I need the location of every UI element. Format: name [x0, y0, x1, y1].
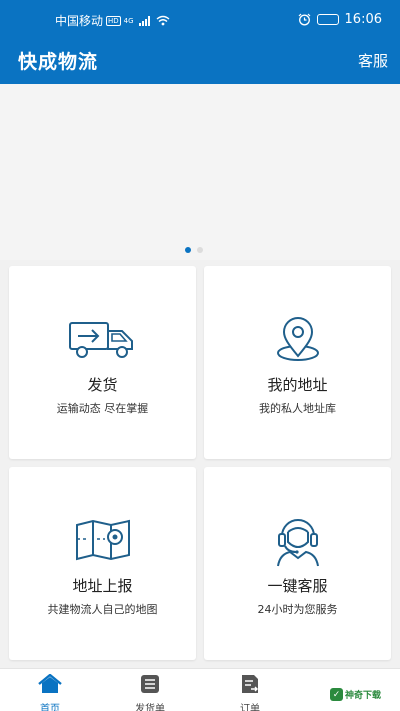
card-title: 我的地址 — [267, 376, 328, 394]
app-bar: 快成物流 客服 — [0, 38, 400, 84]
location-pin-icon — [276, 317, 319, 361]
hd-badge: HD — [106, 15, 121, 26]
watermark-logo: ✓ 神奇下载 — [330, 688, 381, 701]
address-report-card[interactable]: 地址上报 共建物流人自己的地图 — [9, 467, 196, 660]
tab-shipment-list[interactable]: 发货单 — [120, 674, 180, 711]
signal-icon — [138, 15, 150, 26]
carrier-name: 中国移动 — [55, 14, 104, 28]
alarm-icon — [298, 13, 310, 26]
tab-label: 首页 — [40, 704, 60, 711]
status-left: 中国移动 HD 4G — [55, 12, 170, 29]
status-bar: 中国移动 HD 4G 16:06 — [0, 0, 400, 38]
order-icon — [242, 675, 258, 693]
customer-service-button[interactable]: 客服 — [358, 50, 388, 71]
home-icon — [38, 673, 62, 693]
customer-service-card[interactable]: 一键客服 24小时为您服务 — [204, 467, 391, 660]
my-address-card[interactable]: 我的地址 我的私人地址库 — [204, 266, 391, 459]
watermark-badge-icon: ✓ — [330, 688, 343, 701]
carousel-dot — [197, 247, 203, 253]
card-title: 地址上报 — [72, 577, 133, 595]
list-icon — [141, 675, 159, 693]
card-subtitle: 运输动态 尽在掌握 — [56, 402, 149, 415]
carousel-dot-active — [185, 247, 191, 253]
watermark-text: 神奇下载 — [345, 691, 382, 701]
map-icon — [75, 519, 130, 561]
card-title: 一键客服 — [267, 577, 328, 595]
banner-carousel[interactable] — [0, 84, 400, 260]
tab-home[interactable]: 首页 — [20, 673, 80, 711]
tab-label: 订单 — [240, 704, 260, 711]
network-type: 4G — [123, 16, 134, 25]
card-title: 发货 — [87, 376, 118, 394]
card-subtitle: 我的私人地址库 — [259, 402, 336, 415]
tab-label: 发货单 — [135, 704, 165, 711]
status-right: 16:06 — [298, 12, 382, 27]
card-subtitle: 24小时为您服务 — [257, 603, 338, 616]
clock-time: 16:06 — [344, 12, 382, 27]
app-title: 快成物流 — [18, 51, 99, 73]
card-subtitle: 共建物流人自己的地图 — [47, 603, 158, 616]
ship-card[interactable]: 发货 运输动态 尽在掌握 — [9, 266, 196, 459]
battery-icon — [316, 14, 339, 25]
tab-orders[interactable]: 订单 — [220, 674, 280, 711]
truck-icon — [68, 322, 133, 358]
headset-agent-icon — [276, 519, 319, 567]
wifi-icon — [156, 15, 170, 26]
carousel-indicator — [185, 247, 203, 253]
